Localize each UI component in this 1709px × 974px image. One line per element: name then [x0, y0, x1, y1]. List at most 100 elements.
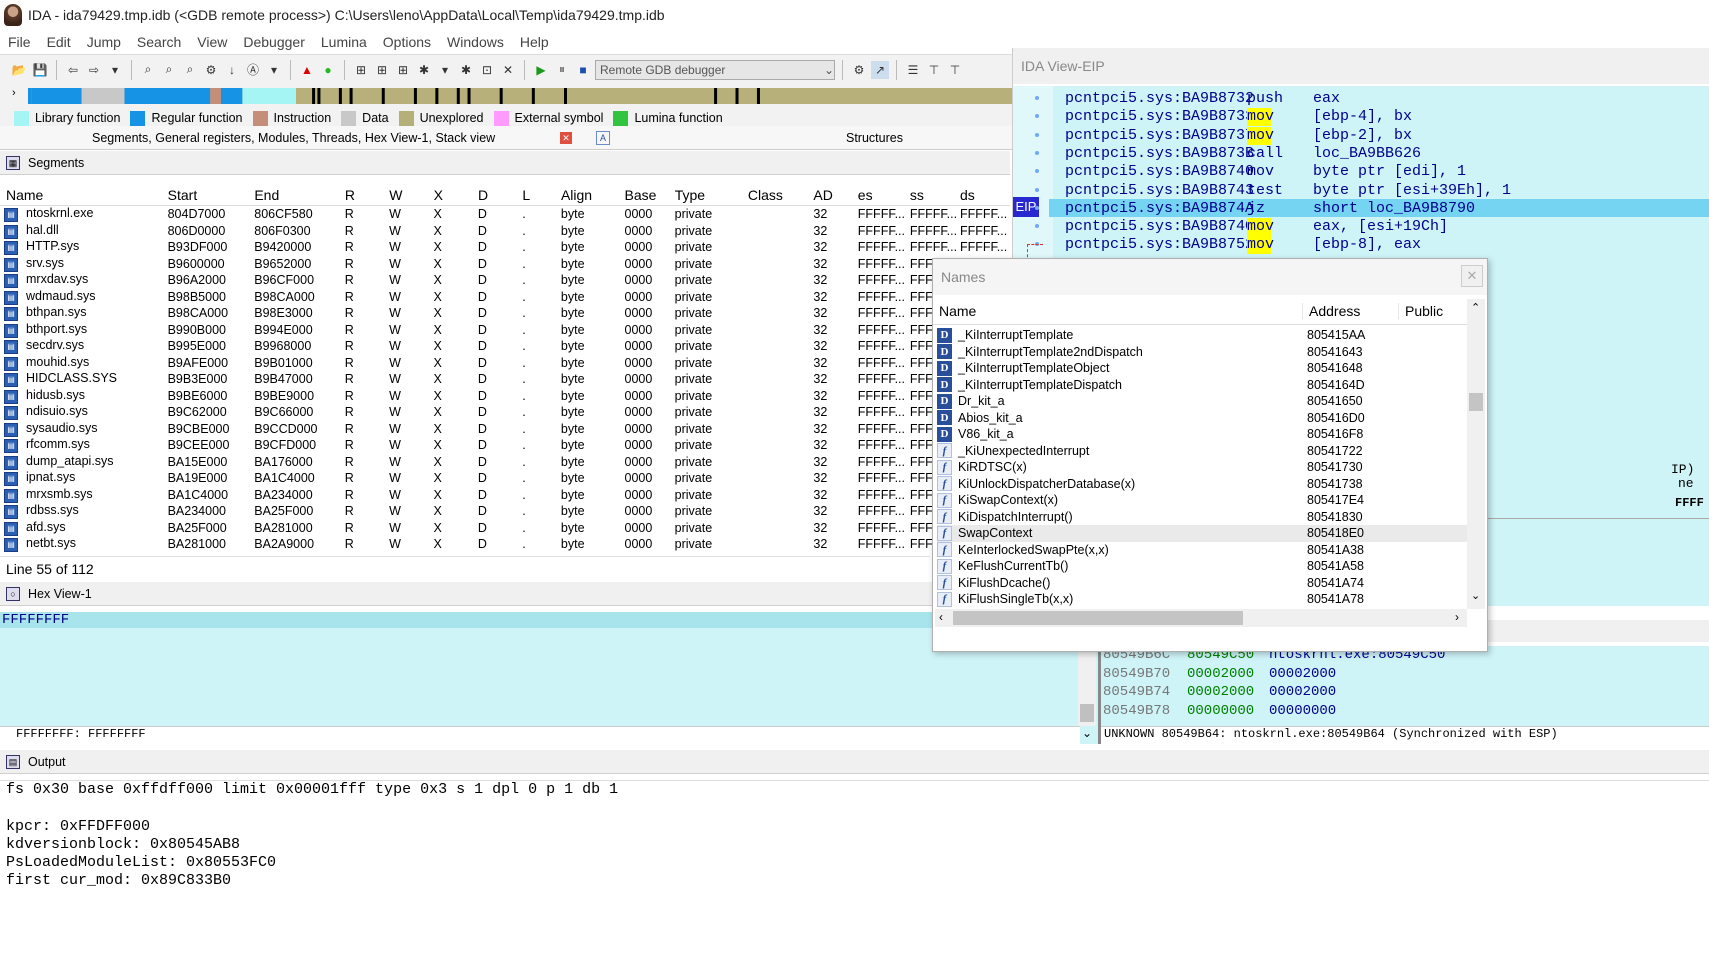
- table-row[interactable]: ▤ HIDCLASS.SYS B9B3E000 B9B47000 R W X D. byte 00…: [0, 371, 1010, 388]
- stack-row[interactable]: 80549B74 00002000 00002000: [1100, 683, 1709, 702]
- list-item[interactable]: f KeFlushCurrentTb() 80541A58: [937, 558, 1467, 575]
- trace-icon[interactable]: ✱: [457, 61, 475, 79]
- list-item[interactable]: D V86_kit_a 805416F8: [937, 426, 1467, 443]
- names-hscroll-thumb[interactable]: [953, 611, 1243, 625]
- menu-view[interactable]: View: [189, 34, 235, 50]
- close-icon[interactable]: ✕: [1461, 265, 1483, 287]
- table-row[interactable]: ▤ wdmaud.sys B98B5000 B98CA000 R W X D. byte 0000…: [0, 289, 1010, 306]
- list-item[interactable]: D _KiInterruptTemplate 805415AA: [937, 327, 1467, 344]
- column-header[interactable]: Name: [0, 187, 164, 203]
- list-item[interactable]: D _KiInterruptTemplate2ndDispatch 80541643: [937, 344, 1467, 361]
- menu-jump[interactable]: Jump: [79, 34, 129, 50]
- stack-row[interactable]: 80549B70 00002000 00002000: [1100, 665, 1709, 684]
- nav-arrow-icon[interactable]: ›: [12, 87, 16, 99]
- names-vertical-scrollbar[interactable]: ⌃ ⌄: [1467, 299, 1485, 609]
- back-icon[interactable]: ⇦: [64, 61, 82, 79]
- column-header[interactable]: Address: [1303, 302, 1399, 319]
- chevron-left-icon[interactable]: ‹: [939, 610, 943, 624]
- table-row[interactable]: ▤ srv.sys B9600000 B9652000 R W X D. byte 0000 pri…: [0, 256, 1010, 273]
- warning-icon[interactable]: ▲: [298, 61, 316, 79]
- list-icon[interactable]: ☰: [904, 61, 922, 79]
- list-item[interactable]: D Abios_kit_a 805416D0: [937, 410, 1467, 427]
- menu-debugger[interactable]: Debugger: [235, 34, 313, 50]
- table-row[interactable]: ▤ mouhid.sys B9AFE000 B9B01000 R W X D. byte 0000…: [0, 355, 1010, 372]
- column-header[interactable]: AD: [809, 187, 853, 203]
- code-line[interactable]: pcntpci5.sys:BA9B873B call loc_BA9BB626: [1065, 145, 1421, 163]
- column-header[interactable]: ss: [906, 187, 956, 203]
- binary-search-icon[interactable]: ⌕: [139, 61, 157, 79]
- column-header[interactable]: D: [474, 187, 518, 203]
- column-header[interactable]: R: [341, 187, 385, 203]
- list-item[interactable]: f _KiUnexpectedInterrupt 80541722: [937, 443, 1467, 460]
- names-horizontal-scrollbar[interactable]: ‹ ›: [935, 609, 1467, 627]
- code-line[interactable]: pcntpci5.sys:BA9B8740 mov byte ptr [edi], …: [1065, 163, 1466, 181]
- table-row[interactable]: ▤ netbt.sys BA281000 BA2A9000 R W X D. byte 0000 p…: [0, 536, 1010, 553]
- list-item[interactable]: f KiFlushDcache() 80541A74: [937, 575, 1467, 592]
- table-row[interactable]: ▤ bthport.sys B990B000 B994E000 R W X D. byte 000…: [0, 322, 1010, 339]
- graph-icon-2[interactable]: ⊞: [373, 61, 391, 79]
- column-header[interactable]: Type: [671, 187, 744, 203]
- dropdown-icon[interactable]: ▾: [265, 61, 283, 79]
- navigation-band[interactable]: ›: [0, 84, 1100, 106]
- dropdown-icon[interactable]: ▾: [106, 61, 124, 79]
- table-row[interactable]: ▤ dump_atapi.sys BA15E000 BA176000 R W X D. byte…: [0, 454, 1010, 471]
- table-row[interactable]: ▤ mrxdav.sys B96A2000 B96CF000 R W X D. byte 0000…: [0, 272, 1010, 289]
- search-next-icon[interactable]: ⌕: [181, 61, 199, 79]
- dropdown-icon[interactable]: ▾: [436, 61, 454, 79]
- pause-icon[interactable]: ⏸: [553, 61, 571, 79]
- list-item[interactable]: f KiSwapContext(x) 805417E4: [937, 492, 1467, 509]
- column-header[interactable]: Align: [557, 187, 621, 203]
- column-header[interactable]: L: [518, 187, 557, 203]
- chevron-right-icon[interactable]: ›: [1455, 610, 1459, 624]
- attach-icon[interactable]: ↗: [871, 60, 889, 79]
- menu-edit[interactable]: Edit: [39, 34, 79, 50]
- stop-icon[interactable]: ■: [574, 61, 592, 79]
- breakpoint-icon[interactable]: ✱: [415, 61, 433, 79]
- list-item[interactable]: D _KiInterruptTemplateDispatch 8054164D: [937, 377, 1467, 394]
- hex-scroll-thumb[interactable]: [1080, 704, 1094, 722]
- stack-row[interactable]: 80549B78 00000000 00000000: [1100, 702, 1709, 721]
- close-icon[interactable]: ✕: [499, 61, 517, 79]
- table-row[interactable]: ▤ rfcomm.sys B9CEE000 B9CFD000 R W X D. byte 0000…: [0, 437, 1010, 454]
- play-icon[interactable]: ▶: [532, 61, 550, 79]
- navigation-strip[interactable]: [28, 88, 1100, 104]
- debugger-select[interactable]: Remote GDB debugger ⌄: [595, 59, 835, 80]
- menu-file[interactable]: File: [0, 34, 39, 50]
- chevron-up-icon[interactable]: ⌃: [1471, 301, 1480, 314]
- code-line[interactable]: pcntpci5.sys:BA9B8737 mov [ebp-2], bx: [1065, 126, 1412, 145]
- table-row[interactable]: ▤ sysaudio.sys B9CBE000 B9CCD000 R W X D. byte 00…: [0, 421, 1010, 438]
- table-row[interactable]: ▤ ntoskrnl.exe 804D7000 806CF580 R W X D. byte 00…: [0, 206, 1010, 223]
- tab-segments-group[interactable]: Segments, General registers, Modules, Th…: [0, 131, 560, 145]
- debugger-options-icon[interactable]: ⚙: [850, 61, 868, 79]
- tab-close-icon[interactable]: ✕: [560, 131, 572, 144]
- code-line[interactable]: pcntpci5.sys:BA9B8743 test byte ptr [esi+3…: [1065, 182, 1511, 200]
- table-row[interactable]: ▤ ndisuio.sys B9C62000 B9C66000 R W X D. byte 000…: [0, 404, 1010, 421]
- open-icon[interactable]: 📂: [10, 61, 28, 79]
- chevron-down-icon[interactable]: ⌄: [1471, 589, 1480, 602]
- green-circle-icon[interactable]: ●: [319, 61, 337, 79]
- code-line[interactable]: pcntpci5.sys:BA9B8733 mov [ebp-4], bx: [1065, 108, 1412, 127]
- column-header[interactable]: X: [430, 187, 474, 203]
- tree-icon-2[interactable]: ⊤: [946, 61, 964, 79]
- table-row[interactable]: ▤ HTTP.sys B93DF000 B9420000 R W X D. byte 0000 pr…: [0, 239, 1010, 256]
- tree-icon[interactable]: ⊤: [925, 61, 943, 79]
- table-row[interactable]: ▤ hidusb.sys B9BE6000 B9BE9000 R W X D. byte 0000…: [0, 388, 1010, 405]
- list-item[interactable]: D _KiInterruptTemplateObject 80541648: [937, 360, 1467, 377]
- graph-icon[interactable]: ⊞: [352, 61, 370, 79]
- code-line[interactable]: pcntpci5.sys:BA9B874C mov eax, [esi+19Ch]: [1065, 218, 1448, 237]
- list-item[interactable]: f SwapContext 805418E0: [937, 525, 1467, 542]
- step-icon[interactable]: ⊡: [478, 61, 496, 79]
- table-row[interactable]: ▤ mrxsmb.sys BA1C4000 BA234000 R W X D. byte 0000…: [0, 487, 1010, 504]
- menu-lumina[interactable]: Lumina: [313, 34, 375, 50]
- list-item[interactable]: D Dr_kit_a 80541650: [937, 393, 1467, 410]
- column-header[interactable]: ds: [956, 187, 1010, 203]
- column-header[interactable]: Base: [621, 187, 671, 203]
- menu-help[interactable]: Help: [512, 34, 557, 50]
- column-header[interactable]: W: [385, 187, 429, 203]
- column-header[interactable]: Class: [744, 187, 810, 203]
- menu-windows[interactable]: Windows: [439, 34, 512, 50]
- column-header[interactable]: Name: [933, 302, 1303, 319]
- tab-structures[interactable]: Structures: [846, 131, 903, 145]
- code-line[interactable]: pcntpci5.sys:BA9B8752 mov [ebp-8], eax: [1065, 236, 1421, 255]
- output-window[interactable]: fs 0x30 base 0xffdff000 limit 0x00001fff…: [0, 780, 1709, 974]
